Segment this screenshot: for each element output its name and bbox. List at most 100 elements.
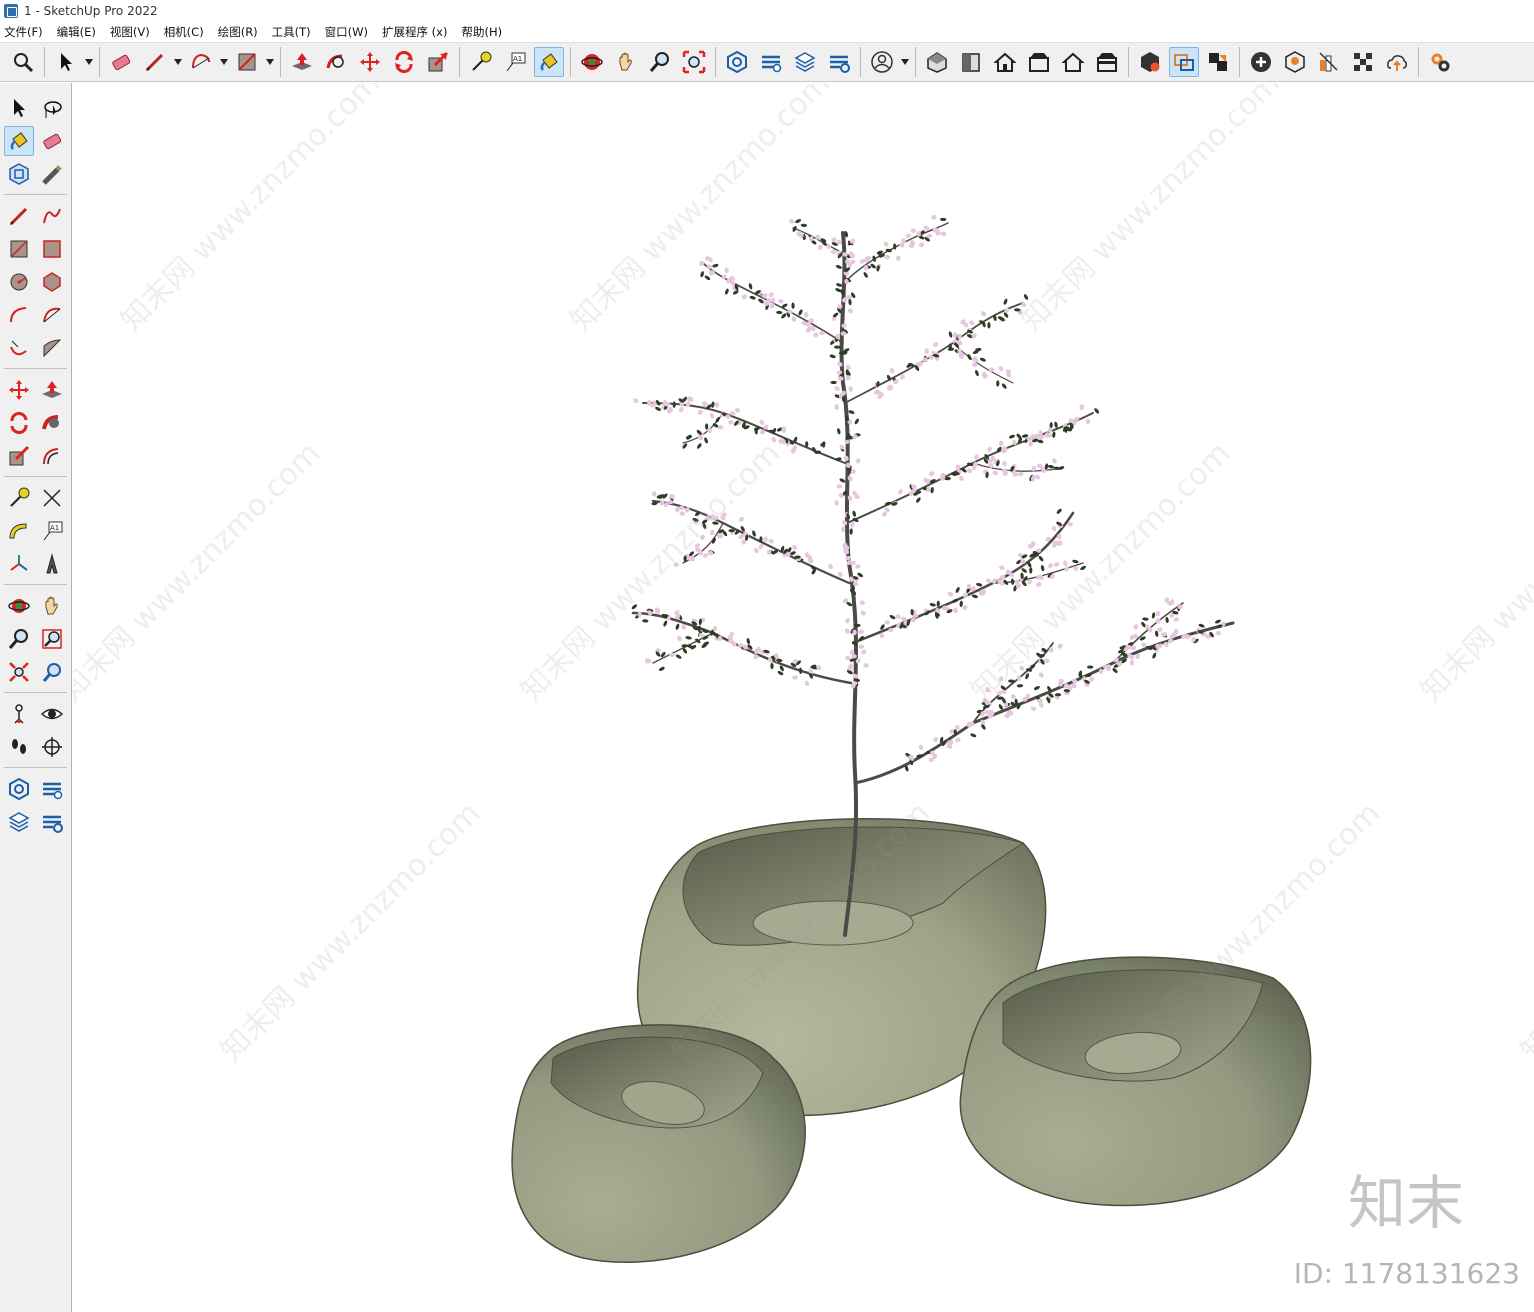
settings-gears-icon[interactable]: [1425, 47, 1455, 77]
pencil-dropdown[interactable]: [172, 47, 184, 77]
pie-icon[interactable]: [37, 333, 67, 363]
section-plane-icon[interactable]: [1203, 47, 1233, 77]
protractor-icon[interactable]: [4, 516, 34, 546]
layers-icon[interactable]: [4, 807, 34, 837]
small-planter-right[interactable]: [959, 956, 1312, 1207]
eraser-icon[interactable]: [37, 126, 67, 156]
styles-icon[interactable]: [1314, 47, 1344, 77]
freehand-icon[interactable]: [37, 201, 67, 231]
section-plane-icon[interactable]: [37, 732, 67, 762]
paint-bucket-icon[interactable]: [534, 47, 564, 77]
arc-icon[interactable]: [186, 47, 216, 77]
tag-settings-icon[interactable]: [37, 807, 67, 837]
select-arrow-icon[interactable]: [51, 47, 81, 77]
pan-hand-icon[interactable]: [611, 47, 641, 77]
position-camera-icon[interactable]: [4, 699, 34, 729]
account-icon[interactable]: [867, 47, 897, 77]
move-icon[interactable]: [4, 375, 34, 405]
menu-window[interactable]: 窗口(W): [325, 24, 368, 40]
sample-paint-icon[interactable]: [37, 159, 67, 189]
rotate-icon[interactable]: [4, 408, 34, 438]
menu-draw[interactable]: 绘图(R): [218, 24, 258, 40]
front-view-icon[interactable]: [990, 47, 1020, 77]
text-icon[interactable]: A1: [37, 516, 67, 546]
shapes-dropdown[interactable]: [264, 47, 276, 77]
orbit-icon[interactable]: [4, 591, 34, 621]
account-dropdown[interactable]: [899, 47, 911, 77]
circle-icon[interactable]: [4, 267, 34, 297]
select-dropdown[interactable]: [83, 47, 95, 77]
three-point-arc-icon[interactable]: [4, 333, 34, 363]
rectangle-icon[interactable]: [4, 234, 34, 264]
menu-extensions[interactable]: 扩展程序 (x): [382, 24, 447, 40]
back-view-icon[interactable]: [1058, 47, 1088, 77]
arc-icon[interactable]: [4, 300, 34, 330]
tags-icon[interactable]: [37, 774, 67, 804]
text-label-icon[interactable]: A1: [500, 47, 530, 77]
rectangle-icon[interactable]: [232, 47, 262, 77]
zoom-extents-icon[interactable]: [679, 47, 709, 77]
search-icon[interactable]: [8, 47, 38, 77]
blossom: [987, 446, 992, 452]
pan-hand-icon[interactable]: [37, 591, 67, 621]
shadows-icon[interactable]: [1280, 47, 1310, 77]
iso-view-icon[interactable]: [922, 47, 952, 77]
paint-bucket-icon[interactable]: [4, 125, 35, 156]
menu-view[interactable]: 视图(V): [110, 24, 150, 40]
zoom-icon[interactable]: [4, 624, 34, 654]
solid-tools-icon[interactable]: [1169, 47, 1199, 77]
3d-scene[interactable]: 知末网 www.znzmo.com 知末网 www.znzmo.com 知末网 ww…: [73, 83, 1534, 1312]
scale-icon[interactable]: [4, 441, 34, 471]
pencil-icon[interactable]: [140, 47, 170, 77]
model-viewport[interactable]: 知末网 www.znzmo.com 知末网 www.znzmo.com 知末网 ww…: [73, 83, 1534, 1312]
zoom-icon[interactable]: [645, 47, 675, 77]
make-component-icon[interactable]: [4, 159, 34, 189]
push-pull-icon[interactable]: [287, 47, 317, 77]
small-planter-left[interactable]: [511, 1024, 806, 1264]
follow-me-icon[interactable]: [37, 408, 67, 438]
extension-warehouse-icon[interactable]: [1135, 47, 1165, 77]
previous-view-icon[interactable]: [37, 657, 67, 687]
left-view-icon[interactable]: [1092, 47, 1122, 77]
rotated-rectangle-icon[interactable]: [37, 234, 67, 264]
offset-icon[interactable]: [37, 441, 67, 471]
tape-measure-icon[interactable]: [4, 483, 34, 513]
top-view-icon[interactable]: [956, 47, 986, 77]
eraser-icon[interactable]: [106, 47, 136, 77]
blossom: [953, 607, 958, 614]
tag-settings-icon[interactable]: [824, 47, 854, 77]
fog-icon[interactable]: [1348, 47, 1378, 77]
right-view-icon[interactable]: [1024, 47, 1054, 77]
cloud-upload-icon[interactable]: [1382, 47, 1412, 77]
push-pull-icon[interactable]: [37, 375, 67, 405]
arc-dropdown[interactable]: [218, 47, 230, 77]
components-icon[interactable]: [722, 47, 752, 77]
polygon-icon[interactable]: [37, 267, 67, 297]
layers-icon[interactable]: [790, 47, 820, 77]
menu-edit[interactable]: 编辑(E): [57, 24, 96, 40]
menu-camera[interactable]: 相机(C): [164, 24, 204, 40]
follow-me-icon[interactable]: [321, 47, 351, 77]
menu-tools[interactable]: 工具(T): [272, 24, 311, 40]
tags-icon[interactable]: [756, 47, 786, 77]
look-around-eye-icon[interactable]: [37, 699, 67, 729]
dimension-icon[interactable]: [37, 483, 67, 513]
select-arrow-icon[interactable]: [4, 93, 34, 123]
components-icon[interactable]: [4, 774, 34, 804]
zoom-extents-icon[interactable]: [4, 657, 34, 687]
line-icon[interactable]: [4, 201, 34, 231]
tape-measure-icon[interactable]: [466, 47, 496, 77]
two-point-arc-icon[interactable]: [37, 300, 67, 330]
axes-icon[interactable]: [4, 549, 34, 579]
3d-text-icon[interactable]: [37, 549, 67, 579]
move-icon[interactable]: [355, 47, 385, 77]
zoom-window-icon[interactable]: [37, 624, 67, 654]
add-location-icon[interactable]: [1246, 47, 1276, 77]
rotate-icon[interactable]: [389, 47, 419, 77]
orbit-icon[interactable]: [577, 47, 607, 77]
scale-icon[interactable]: [423, 47, 453, 77]
menu-file[interactable]: 文件(F): [4, 24, 43, 40]
lasso-select-icon[interactable]: [37, 93, 67, 123]
walk-footprints-icon[interactable]: [4, 732, 34, 762]
menu-help[interactable]: 帮助(H): [461, 24, 502, 40]
